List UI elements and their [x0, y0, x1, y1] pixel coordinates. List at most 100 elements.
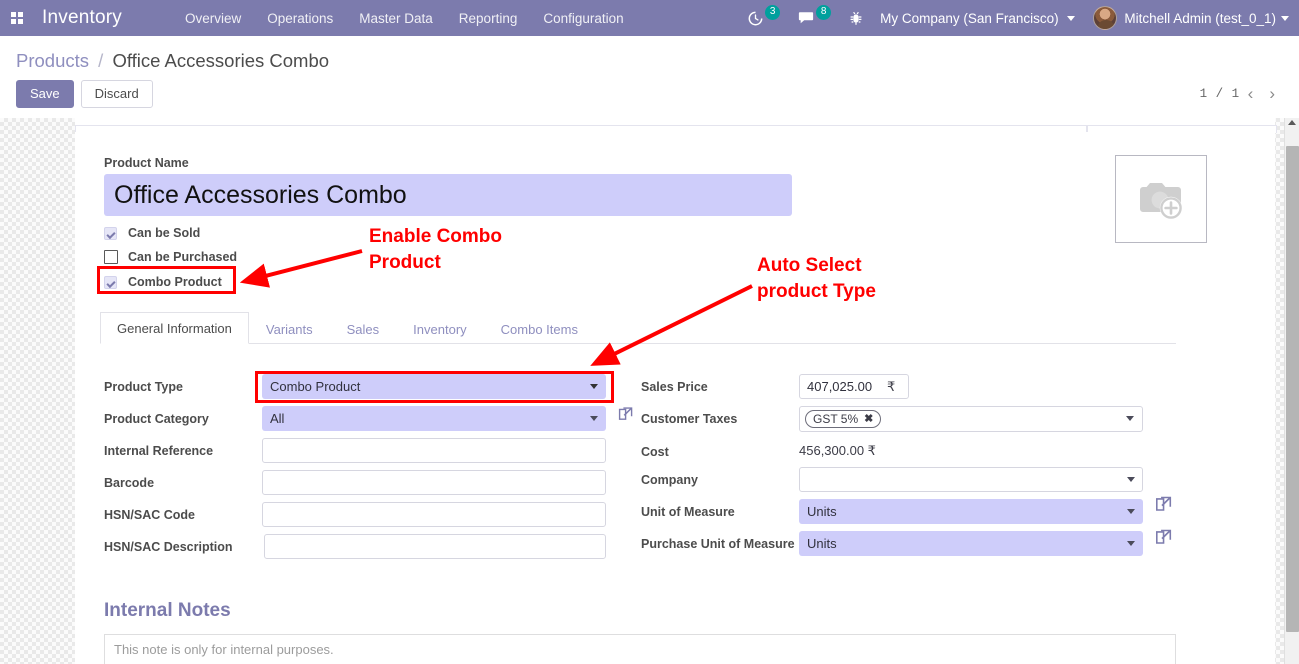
chevron-down-icon	[1126, 416, 1134, 421]
vertical-scrollbar[interactable]	[1284, 118, 1299, 664]
hsn-sac-code-input[interactable]	[262, 502, 606, 527]
breadcrumb: Products / Office Accessories Combo	[16, 36, 1283, 75]
pager: 1 / 1 ‹ ›	[1200, 85, 1283, 103]
tab-inventory[interactable]: Inventory	[396, 313, 483, 344]
barcode-input[interactable]	[262, 470, 606, 495]
tab-sales[interactable]: Sales	[330, 313, 397, 344]
combo-product-label: Combo Product	[128, 275, 222, 289]
messages-menu[interactable]: 8	[789, 4, 840, 26]
can-be-sold-label: Can be Sold	[128, 226, 201, 240]
cost-label: Cost	[641, 445, 669, 459]
internal-notes-field[interactable]: This note is only for internal purposes.	[104, 634, 1176, 664]
barcode-label: Barcode	[104, 476, 155, 490]
chevron-down-icon	[1067, 15, 1076, 21]
menu-reporting[interactable]: Reporting	[446, 2, 531, 35]
debug-menu[interactable]	[840, 11, 872, 26]
product-image-placeholder[interactable]	[1115, 155, 1207, 243]
navbar-menus: Overview Operations Master Data Reportin…	[172, 2, 637, 35]
hsn-sac-description-input[interactable]	[264, 534, 606, 559]
field-purchase-unit-of-measure: Purchase Unit of Measure	[641, 531, 1143, 556]
field-company: Company	[641, 467, 1143, 492]
field-unit-of-measure: Unit of Measure	[641, 499, 1143, 524]
company-select[interactable]	[799, 467, 1143, 492]
checkbox-can-be-purchased[interactable]	[104, 250, 118, 264]
sales-price-label: Sales Price	[641, 380, 708, 394]
chevron-down-icon	[1281, 15, 1289, 21]
product-name-label: Product Name	[104, 156, 189, 170]
checkbox-can-be-sold[interactable]	[104, 226, 117, 240]
activities-badge: 3	[765, 4, 781, 20]
menu-overview[interactable]: Overview	[172, 2, 254, 35]
field-hsn-sac-description: HSN/SAC Description	[104, 534, 606, 559]
pager-previous-button[interactable]: ‹	[1240, 85, 1262, 103]
purchase-unit-of-measure-label: Purchase Unit of Measure	[641, 537, 795, 551]
notebook-tabs: General Information Variants Sales Inven…	[100, 311, 1176, 344]
field-sales-price: Sales Price ₹	[641, 374, 1143, 399]
field-customer-taxes: Customer Taxes GST 5% ✖	[641, 406, 1143, 432]
hsn-sac-code-label: HSN/SAC Code	[104, 508, 195, 522]
unit-of-measure-select[interactable]	[799, 499, 1143, 524]
form-statusbar-strip	[75, 118, 1277, 133]
field-barcode: Barcode	[104, 470, 606, 495]
app-brand-inventory[interactable]: Inventory	[34, 7, 128, 29]
annotation-enable-combo: Enable Combo Product	[369, 226, 503, 273]
pager-next-button[interactable]: ›	[1261, 85, 1283, 103]
chat-bubble-icon	[798, 11, 814, 25]
product-category-select[interactable]	[262, 406, 606, 431]
top-navbar: Inventory Overview Operations Master Dat…	[0, 0, 1299, 36]
product-name-input[interactable]	[104, 174, 792, 216]
field-internal-reference: Internal Reference	[104, 438, 606, 463]
external-link-icon[interactable]	[1155, 527, 1173, 548]
unit-of-measure-label: Unit of Measure	[641, 505, 735, 519]
hsn-sac-description-label: HSN/SAC Description	[104, 540, 233, 554]
tab-variants[interactable]: Variants	[249, 313, 330, 344]
company-name: My Company (San Francisco)	[880, 10, 1059, 26]
external-link-icon[interactable]	[1155, 494, 1173, 515]
tax-tag-label: GST 5%	[813, 412, 859, 426]
form-right-column: Sales Price ₹ Customer Taxes GST 5% ✖ Co…	[641, 374, 1143, 563]
product-category-label: Product Category	[104, 412, 209, 426]
checkbox-combo-product[interactable]	[104, 275, 117, 289]
control-panel: Products / Office Accessories Combo Save…	[0, 36, 1299, 118]
close-icon[interactable]: ✖	[864, 411, 873, 427]
customer-taxes-tagbox[interactable]: GST 5% ✖	[799, 406, 1143, 432]
activities-menu[interactable]: 3	[739, 4, 789, 26]
user-name: Mitchell Admin (test_0_1)	[1124, 10, 1276, 26]
purchase-unit-of-measure-select[interactable]	[799, 531, 1143, 556]
can-be-sold-row[interactable]: Can be Sold	[104, 226, 200, 240]
menu-configuration[interactable]: Configuration	[530, 2, 636, 35]
breadcrumb-products[interactable]: Products	[16, 50, 89, 71]
pager-count: 1 / 1	[1199, 87, 1240, 101]
field-product-type: Product Type	[104, 374, 606, 399]
scrollbar-thumb[interactable]	[1286, 146, 1299, 632]
combo-product-row[interactable]: Combo Product	[104, 275, 222, 289]
save-button[interactable]: Save	[16, 80, 74, 108]
page-title: Office Accessories Combo	[112, 50, 330, 71]
menu-master-data[interactable]: Master Data	[346, 2, 446, 35]
product-type-select[interactable]	[262, 374, 606, 399]
field-cost: Cost 456,300.00 ₹	[641, 439, 1143, 460]
internal-notes-title: Internal Notes	[104, 600, 231, 621]
tax-tag[interactable]: GST 5% ✖	[805, 410, 882, 428]
discard-button[interactable]: Discard	[80, 80, 153, 108]
internal-reference-input[interactable]	[262, 438, 606, 463]
can-be-purchased-label: Can be Purchased	[128, 250, 238, 264]
navbar-systray: 3 8 My Company (San Francisco) Mitchell …	[739, 4, 1299, 30]
menu-operations[interactable]: Operations	[254, 2, 346, 35]
breadcrumb-separator: /	[98, 50, 104, 71]
apps-grid-icon[interactable]	[0, 0, 34, 36]
company-switcher[interactable]: My Company (San Francisco)	[872, 11, 1081, 26]
control-panel-buttons: Save Discard 1 / 1 ‹ ›	[16, 75, 1283, 118]
cost-value: 456,300.00 ₹	[799, 443, 876, 458]
customer-taxes-label: Customer Taxes	[641, 412, 738, 426]
external-link-icon[interactable]	[618, 405, 634, 424]
company-label: Company	[641, 473, 698, 487]
tab-general-information[interactable]: General Information	[100, 312, 249, 344]
messages-badge: 8	[816, 4, 832, 20]
scroll-up-icon[interactable]	[1288, 120, 1296, 125]
tab-combo-items[interactable]: Combo Items	[484, 313, 595, 344]
bug-icon	[849, 11, 863, 26]
user-menu[interactable]: Mitchell Admin (test_0_1)	[1081, 6, 1289, 30]
can-be-purchased-row[interactable]: Can be Purchased	[104, 250, 237, 264]
camera-add-icon	[1132, 174, 1190, 225]
